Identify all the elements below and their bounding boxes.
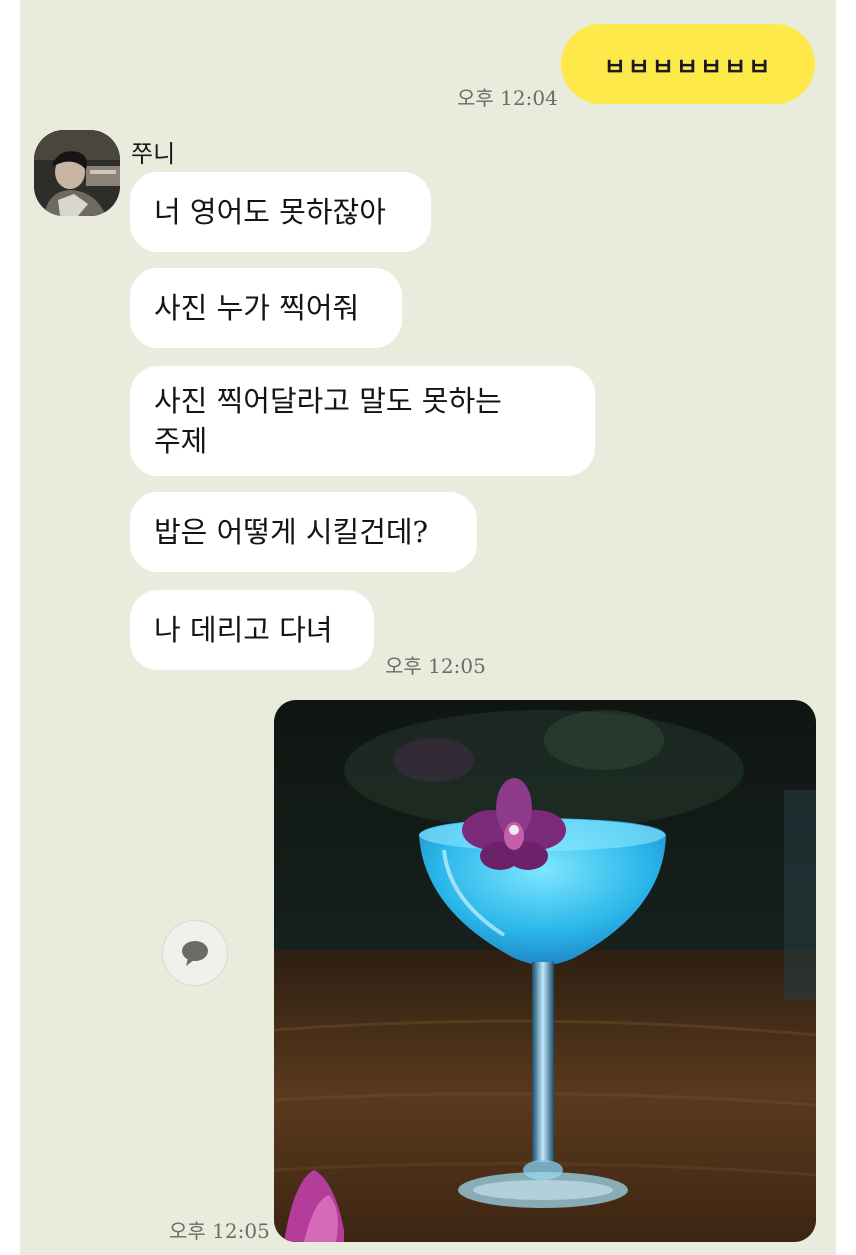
friend-message-text: 밥은 어떻게 시킬건데?: [154, 515, 429, 549]
chat-room: ㅂㅂㅂㅂㅂㅂㅂ 오후 12:04 쭈니 너 영어도 못하잖아 사진 누가 찍어줘…: [20, 0, 836, 1255]
speech-bubble-icon: [182, 941, 208, 966]
friend-message-bubble[interactable]: 나 데리고 다녀: [130, 590, 374, 670]
my-message-text: ㅂㅂㅂㅂㅂㅂㅂ: [603, 52, 773, 81]
friend-message-text: 사진 누가 찍어줘: [154, 291, 360, 325]
friend-message-text: 너 영어도 못하잖아: [154, 195, 386, 229]
friend-message-bubble[interactable]: 밥은 어떻게 시킬건데?: [130, 492, 477, 572]
friend-message-text: 나 데리고 다녀: [154, 613, 333, 647]
friend-message-bubble[interactable]: 사진 누가 찍어줘: [130, 268, 402, 348]
sender-name: 쭈니: [131, 140, 176, 168]
avatar-photo: [34, 130, 120, 216]
photo-message[interactable]: [274, 700, 816, 1242]
cocktail-photo: [274, 700, 816, 1242]
photo-message-time: 오후 12:05: [169, 1219, 270, 1243]
my-message-bubble[interactable]: ㅂㅂㅂㅂㅂㅂㅂ: [561, 24, 815, 104]
avatar[interactable]: [34, 130, 120, 216]
share-button[interactable]: [162, 920, 228, 986]
friend-message-time: 오후 12:05: [385, 654, 486, 678]
friend-message-bubble[interactable]: 너 영어도 못하잖아: [130, 172, 431, 252]
my-message-time: 오후 12:04: [457, 86, 558, 110]
friend-message-text: 사진 찍어달라고 말도 못하는 주제: [154, 384, 502, 458]
friend-message-bubble[interactable]: 사진 찍어달라고 말도 못하는 주제: [130, 366, 595, 476]
